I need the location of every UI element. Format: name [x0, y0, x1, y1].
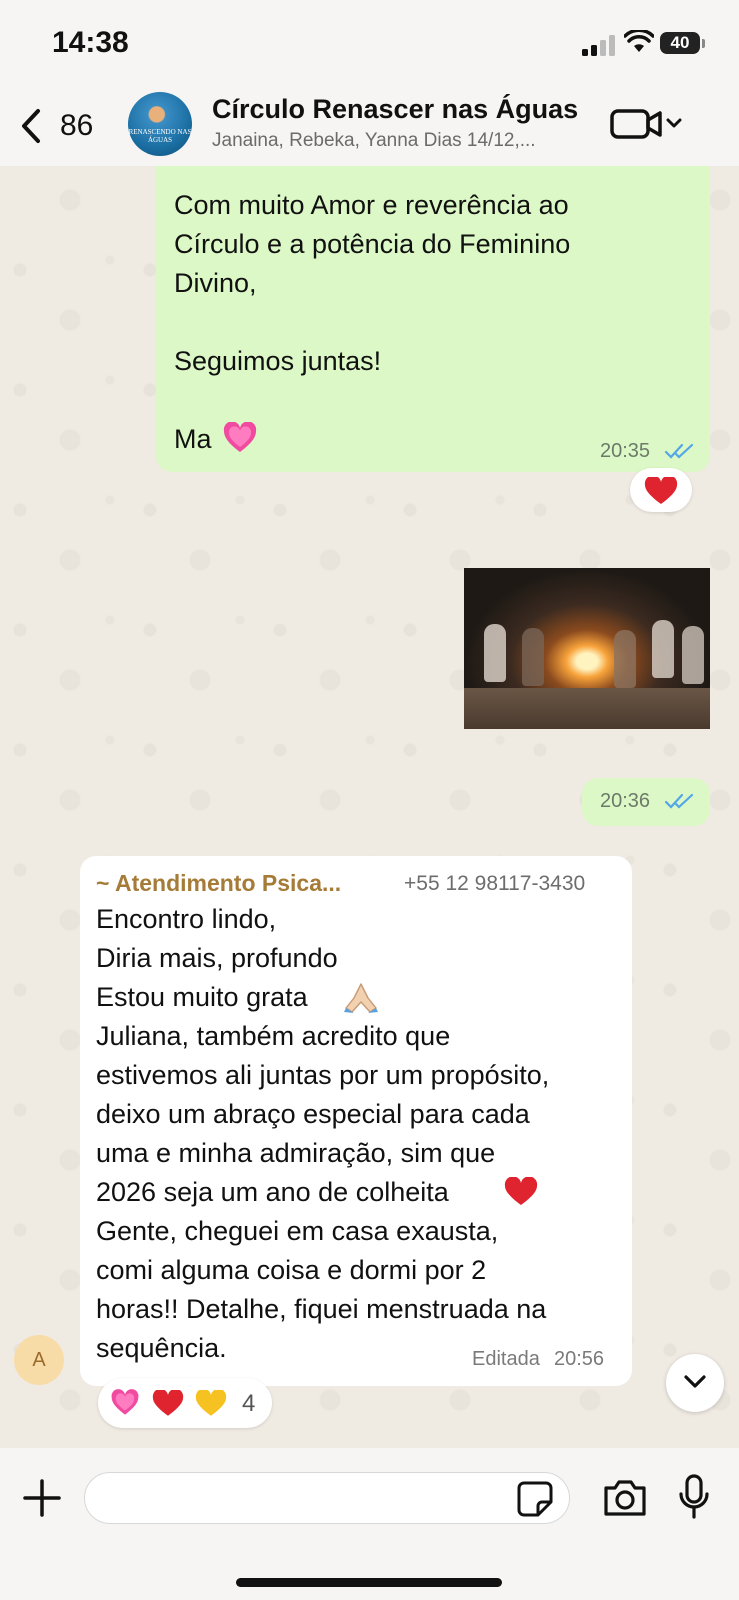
pink-heart-emoji — [111, 1389, 139, 1415]
photo-ground — [464, 688, 710, 729]
sender-avatar[interactable]: A — [14, 1335, 64, 1385]
message-line: Gente, cheguei em casa exausta, — [96, 1216, 499, 1246]
video-call-icon[interactable] — [610, 106, 686, 142]
message-line: horas!! Detalhe, fiquei menstruada na — [96, 1294, 547, 1324]
shared-photo[interactable] — [464, 568, 710, 729]
red-heart-emoji — [504, 1177, 538, 1205]
message-time: 20:36 — [600, 790, 651, 812]
photo-figure — [682, 626, 704, 684]
chat-header: 86 RENASCENDO NAS ÁGUAS Círculo Renascer… — [0, 88, 739, 166]
message-line: comi alguma coisa e dormi por 2 — [96, 1255, 487, 1285]
scroll-to-bottom-button[interactable] — [666, 1354, 724, 1412]
chevron-left-icon — [22, 109, 40, 143]
praying-hands-emoji — [344, 983, 378, 1013]
photo-figure — [484, 624, 506, 682]
status-time: 14:38 — [52, 26, 129, 59]
reaction-count: 4 — [242, 1390, 256, 1417]
message-line: Seguimos juntas! — [174, 346, 382, 376]
photo-figure — [522, 628, 544, 686]
wifi-icon — [624, 30, 654, 52]
message-line: Divino, — [174, 268, 257, 298]
red-heart-emoji — [152, 1390, 184, 1416]
battery-tip — [702, 39, 705, 48]
status-bar: 14:38 40 — [0, 0, 739, 88]
yellow-heart-emoji — [195, 1390, 227, 1416]
message-line: Juliana, também acredito que — [96, 1021, 451, 1051]
message-line: uma e minha admiração, sim que — [96, 1138, 496, 1168]
pink-heart-emoji — [223, 422, 257, 452]
group-avatar[interactable]: RENASCENDO NAS ÁGUAS — [128, 92, 192, 156]
edited-label: Editada — [472, 1348, 540, 1370]
message-line: Estou muito grata — [96, 982, 308, 1012]
back-button[interactable]: 86 — [20, 106, 100, 146]
message-line: estivemos ali juntas por um propósito, — [96, 1060, 550, 1090]
chevron-down-icon — [684, 1375, 706, 1388]
unread-count: 86 — [60, 109, 94, 142]
camera-icon[interactable] — [602, 1478, 648, 1518]
sender-phone[interactable]: +55 12 98117-3430 — [404, 872, 585, 896]
message-line: Encontro lindo, — [96, 904, 277, 934]
group-members[interactable]: Janaina, Rebeka, Yanna Dias 14/12,... — [212, 130, 582, 152]
battery-icon: 40 — [660, 32, 700, 54]
outgoing-message[interactable]: Com muito Amor e reverência ao Círculo e… — [156, 166, 710, 472]
message-time: 20:35 — [600, 440, 651, 462]
group-title[interactable]: Círculo Renascer nas Águas — [212, 94, 592, 125]
photo-figure — [614, 630, 636, 688]
message-line: sequência. — [96, 1333, 227, 1363]
message-reaction[interactable] — [630, 468, 692, 512]
message-input[interactable] — [84, 1472, 570, 1524]
microphone-icon[interactable] — [678, 1474, 710, 1520]
message-line: Círculo e a potência do Feminino — [174, 229, 571, 259]
message-line: 2026 seja um ano de colheita — [96, 1177, 449, 1207]
sender-name[interactable]: ~ Atendimento Psica... — [96, 870, 341, 897]
red-heart-emoji — [644, 477, 678, 504]
plus-icon[interactable] — [22, 1478, 62, 1518]
battery-level: 40 — [670, 33, 690, 52]
sticker-icon[interactable] — [516, 1480, 554, 1518]
message-line: Diria mais, profundo — [96, 943, 338, 973]
read-ticks-icon — [664, 443, 694, 459]
cellular-signal-icon — [582, 35, 615, 56]
message-reactions[interactable]: 4 — [98, 1378, 272, 1428]
message-line: Ma — [174, 424, 212, 454]
message-line: Com muito Amor e reverência ao — [174, 190, 569, 220]
home-indicator — [236, 1578, 502, 1587]
photo-figure — [652, 620, 674, 678]
read-ticks-icon — [664, 793, 694, 809]
avatar-label: RENASCENDO NAS ÁGUAS — [128, 128, 192, 144]
incoming-message[interactable]: ~ Atendimento Psica... +55 12 98117-3430… — [80, 856, 632, 1386]
image-meta: 20:36 — [582, 778, 710, 826]
message-line: deixo um abraço especial para cada — [96, 1099, 530, 1129]
message-time: 20:56 — [554, 1348, 605, 1370]
